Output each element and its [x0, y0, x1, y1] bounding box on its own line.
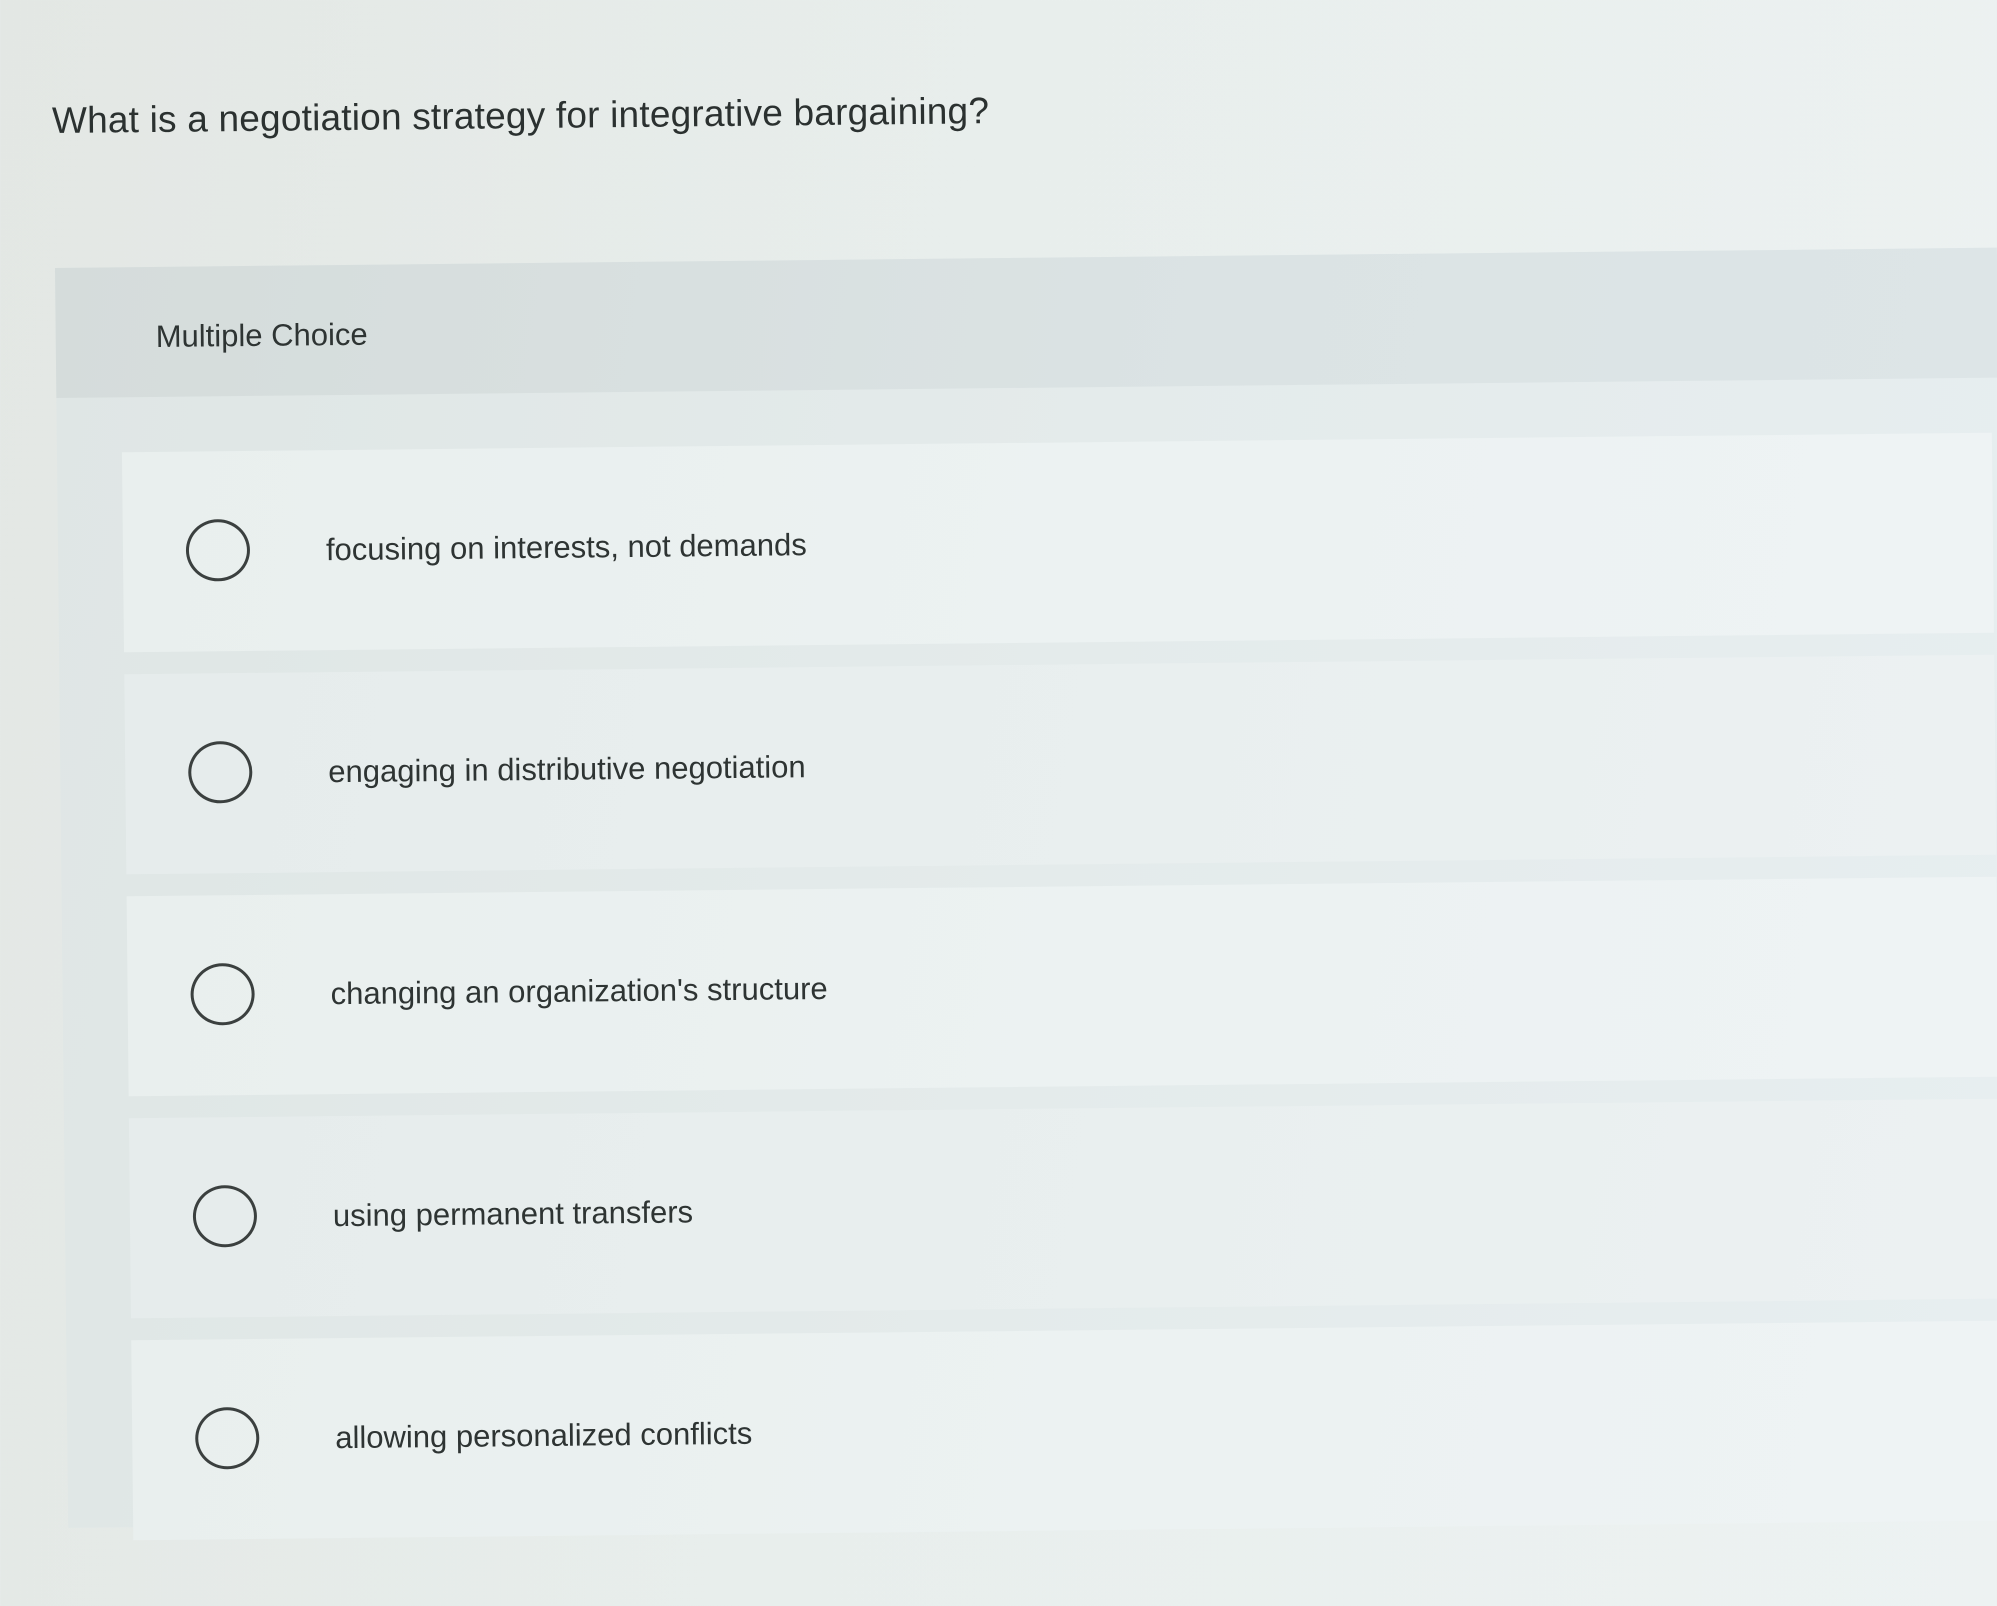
- answer-panel: Multiple Choice focusing on interests, n…: [55, 247, 1997, 1541]
- option-label[interactable]: engaging in distributive negotiation: [328, 749, 806, 790]
- radio-button-icon[interactable]: [185, 518, 251, 582]
- option-1[interactable]: focusing on interests, not demands: [121, 432, 1994, 653]
- option-label[interactable]: using permanent transfers: [333, 1194, 693, 1234]
- radio-button-icon[interactable]: [192, 1184, 258, 1248]
- option-label[interactable]: focusing on interests, not demands: [326, 527, 807, 568]
- option-2[interactable]: engaging in distributive negotiation: [124, 654, 1997, 875]
- option-5[interactable]: allowing personalized conflicts: [131, 1320, 1997, 1541]
- radio-button-icon[interactable]: [190, 962, 255, 1026]
- panel-header: Multiple Choice: [55, 247, 1997, 398]
- question-text: What is a negotiation strategy for integ…: [51, 90, 990, 141]
- option-label[interactable]: allowing personalized conflicts: [335, 1416, 752, 1456]
- option-3[interactable]: changing an organization's structure: [126, 876, 1997, 1097]
- radio-button-icon[interactable]: [194, 1406, 260, 1470]
- options-list: focusing on interests, not demands engag…: [121, 432, 1997, 1563]
- question-type-label: Multiple Choice: [155, 316, 368, 354]
- option-4[interactable]: using permanent transfers: [128, 1098, 1997, 1319]
- radio-button-icon[interactable]: [187, 740, 253, 804]
- option-label[interactable]: changing an organization's structure: [330, 971, 827, 1012]
